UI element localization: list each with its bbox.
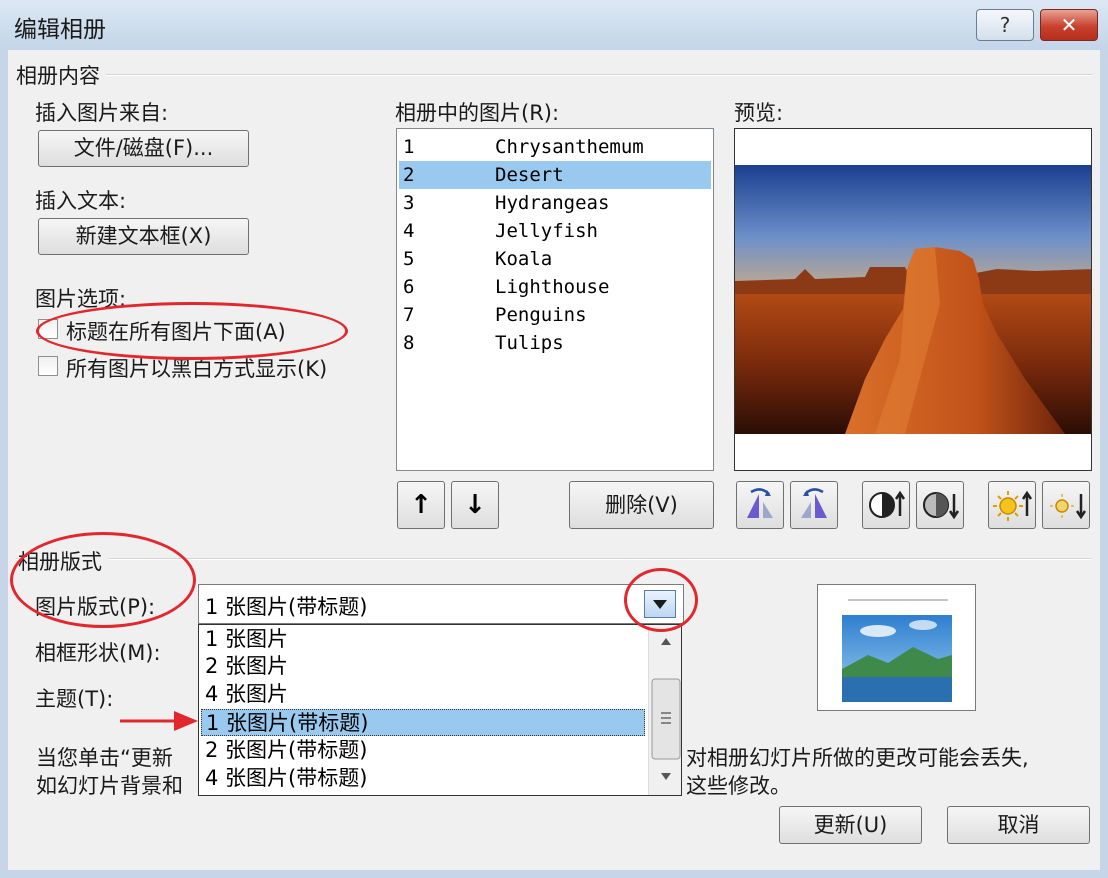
list-item[interactable]: 7 Penguins	[399, 301, 711, 329]
contrast-up-button[interactable]	[862, 481, 910, 529]
layout-preview-image	[842, 599, 952, 702]
picture-layout-dropdown-list[interactable]: 1 张图片 2 张图片 4 张图片 1 张图片(带标题) 2 张图片(带标题) …	[198, 624, 682, 796]
chevron-down-icon	[653, 600, 667, 609]
brightness-up-icon	[993, 490, 1033, 521]
dropdown-option[interactable]: 4 张图片	[201, 681, 645, 708]
preview-image	[734, 128, 1092, 471]
dialog-title: 编辑相册	[14, 17, 106, 43]
list-item[interactable]: 6 Lighthouse	[399, 273, 711, 301]
footer-note-line1-right: 对相册幻灯片所做的更改可能会丢失,	[686, 746, 1029, 770]
picture-options-label: 图片选项:	[35, 287, 127, 311]
dropdown-option[interactable]: 4 张图片(带标题)	[201, 765, 645, 792]
dropdown-option[interactable]: 2 张图片(带标题)	[201, 737, 645, 764]
help-button[interactable]: ?	[976, 9, 1034, 41]
annotation-arrow-icon	[120, 711, 198, 731]
scrollbar-graphics	[651, 638, 681, 780]
captions-below-label: 标题在所有图片下面(A)	[66, 320, 286, 344]
list-item[interactable]: 3 Hydrangeas	[399, 189, 711, 217]
footer-note-line1-left: 当您单击“更新	[36, 746, 173, 770]
footer-note-line2-left: 如幻灯片背景和	[36, 774, 183, 798]
theme-label: 主题(T):	[35, 687, 114, 711]
rotate-left-button[interactable]	[736, 481, 784, 529]
footer-note-line2-right: 这些修改。	[686, 774, 791, 798]
frame-shape-label: 相框形状(M):	[35, 641, 161, 665]
new-textbox-button[interactable]: 新建文本框(X)	[38, 218, 249, 255]
pictures-list-label: 相册中的图片(R):	[395, 101, 560, 125]
rotate-right-button[interactable]	[790, 481, 838, 529]
edit-album-dialog: 编辑相册 ? ✕ 相册内容 插入图片来自: 文件/磁盘(F)... 插入文本: …	[0, 0, 1108, 878]
move-up-button[interactable]: ↑	[397, 481, 445, 529]
dropdown-option[interactable]: 1 张图片	[201, 626, 645, 653]
album-layout-group-label: 相册版式	[18, 546, 108, 576]
title-bar: 编辑相册 ? ✕	[0, 0, 1108, 50]
album-layout-divider	[16, 558, 1092, 560]
black-white-checkbox[interactable]	[38, 356, 58, 376]
insert-picture-label: 插入图片来自:	[35, 101, 169, 125]
cancel-button[interactable]: 取消	[947, 806, 1090, 844]
arrow-down-icon: ↓	[464, 490, 486, 520]
list-item[interactable]: 5 Koala	[399, 245, 711, 273]
brightness-down-button[interactable]	[1042, 481, 1090, 529]
contrast-down-icon	[923, 492, 960, 520]
brightness-up-button[interactable]	[988, 481, 1036, 529]
picture-layout-select[interactable]: 1 张图片(带标题)	[198, 584, 684, 624]
scroll-down-icon	[661, 773, 671, 780]
file-disk-button[interactable]: 文件/磁盘(F)...	[38, 130, 249, 167]
dropdown-arrow-button[interactable]	[644, 590, 676, 618]
picture-layout-value: 1 张图片(带标题)	[205, 595, 368, 619]
album-content-divider	[16, 74, 1092, 76]
close-button[interactable]: ✕	[1040, 9, 1098, 41]
list-item[interactable]: 4 Jellyfish	[399, 217, 711, 245]
insert-text-label: 插入文本:	[35, 189, 127, 213]
contrast-up-icon	[869, 490, 906, 518]
list-item-selected[interactable]: 2 Desert	[399, 161, 711, 189]
update-button[interactable]: 更新(U)	[779, 806, 922, 844]
black-white-label: 所有图片以黑白方式显示(K)	[66, 357, 328, 381]
captions-below-checkbox[interactable]	[38, 319, 58, 339]
arrow-up-icon: ↑	[410, 490, 432, 520]
preview-label: 预览:	[734, 101, 784, 125]
rotate-right-icon	[801, 488, 827, 518]
list-item[interactable]: 1 Chrysanthemum	[399, 133, 711, 161]
contrast-down-button[interactable]	[916, 481, 964, 529]
list-item[interactable]: 8 Tulips	[399, 329, 711, 357]
picture-layout-label: 图片版式(P):	[35, 595, 156, 619]
dropdown-option[interactable]: 2 张图片	[201, 653, 645, 680]
dropdown-scrollbar[interactable]	[648, 625, 681, 795]
dropdown-option-selected[interactable]: 1 张图片(带标题)	[201, 709, 645, 736]
album-content-group-label: 相册内容	[16, 60, 106, 90]
move-down-button[interactable]: ↓	[451, 481, 499, 529]
pictures-listbox[interactable]: 1 Chrysanthemum 2 Desert 3 Hydrangeas 4 Jell…	[396, 128, 714, 471]
layout-thumbnail	[817, 584, 976, 711]
desert-photo	[735, 129, 1091, 470]
scroll-up-icon	[661, 638, 671, 645]
brightness-down-icon	[1050, 494, 1087, 520]
rotate-left-icon	[747, 488, 773, 518]
delete-button[interactable]: 删除(V)	[569, 481, 714, 529]
scroll-thumb	[651, 678, 681, 760]
